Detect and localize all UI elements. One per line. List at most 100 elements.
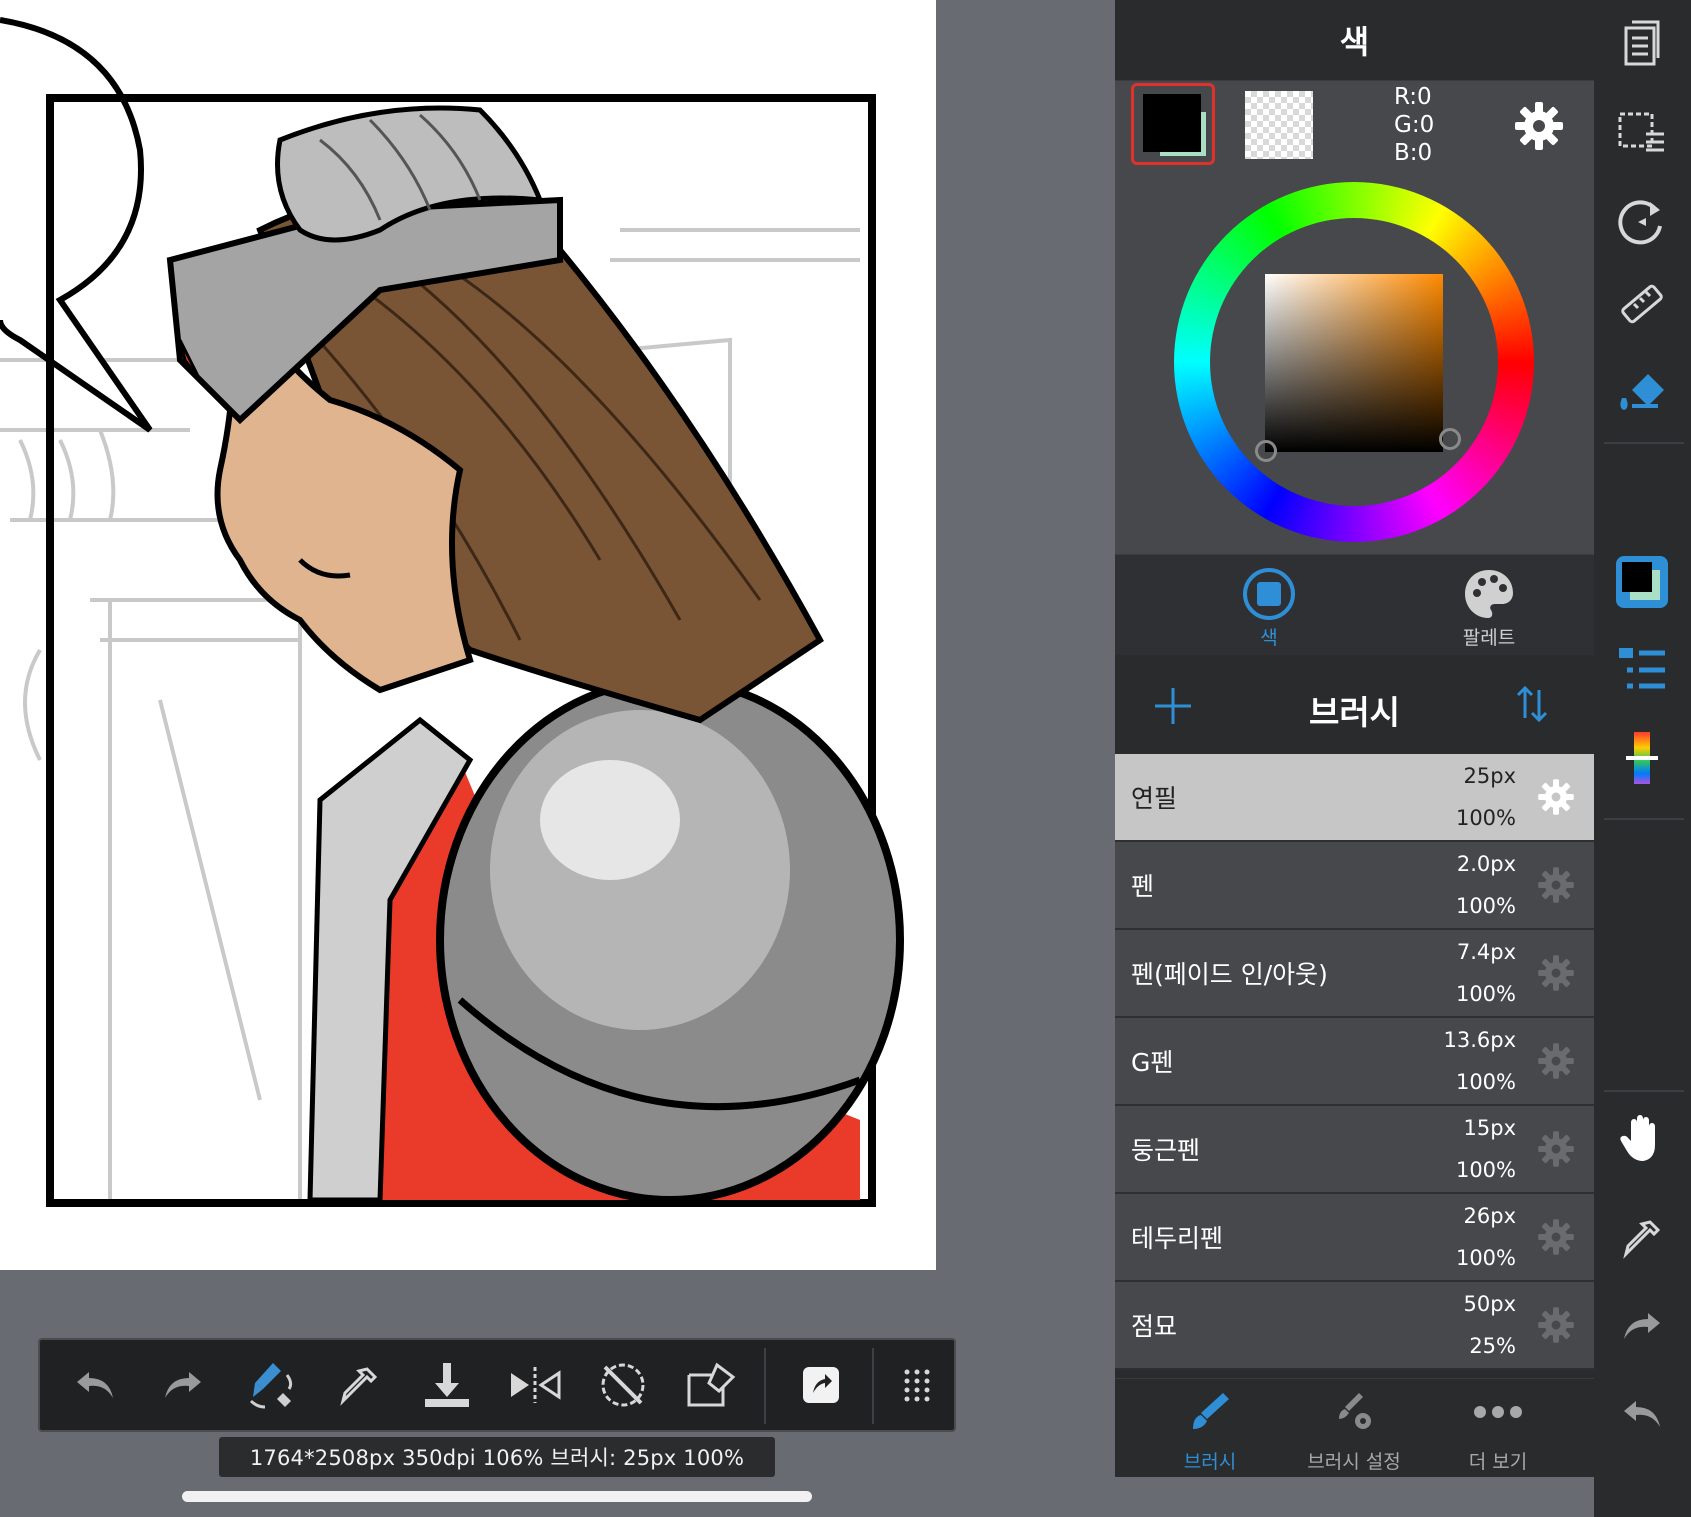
brush-name: 점묘	[1131, 1312, 1178, 1341]
tab-brush-settings[interactable]: 브러시 설정	[1279, 1389, 1429, 1475]
hand-tool-button[interactable]	[1612, 1108, 1672, 1168]
rotate-reset-button[interactable]	[592, 1354, 654, 1416]
brush-size-button[interactable]	[1612, 728, 1672, 788]
gear-icon	[1538, 1131, 1574, 1167]
download-button[interactable]	[416, 1354, 478, 1416]
brush-name: 테두리펜	[1131, 1224, 1224, 1253]
tab-color-label: 색	[1260, 627, 1278, 649]
brush-item[interactable]: 테두리펜 26px 100%	[1115, 1194, 1594, 1282]
tab-palette[interactable]: 팔레트	[1409, 563, 1569, 649]
brush-name: 펜	[1131, 872, 1155, 901]
canvas-status-bar: 1764*2508px 350dpi 106% 브러시: 25px 100%	[219, 1437, 775, 1477]
redo-icon	[165, 1372, 201, 1398]
layers-button[interactable]	[1612, 14, 1672, 74]
brush-opacity: 100%	[1455, 1246, 1516, 1270]
selection-icon	[1618, 112, 1664, 152]
brush-settings-button[interactable]	[1536, 1217, 1576, 1257]
brush-settings-button[interactable]	[1536, 1041, 1576, 1081]
brush-opacity: 100%	[1455, 806, 1516, 830]
tab-brush-label: 브러시	[1183, 1451, 1237, 1473]
color-button[interactable]	[1612, 552, 1672, 612]
panel-bottom-tabs: 브러시 브러시 설정 더 보기	[1115, 1378, 1594, 1477]
brush-settings-button[interactable]	[1536, 1129, 1576, 1169]
brush-header: 브러시	[1115, 656, 1594, 752]
brush-opacity: 100%	[1455, 982, 1516, 1006]
more-dots-icon	[1474, 1406, 1522, 1418]
bucket-icon	[1620, 374, 1664, 410]
brush-settings-button[interactable]	[1536, 865, 1576, 905]
ruler-icon	[1621, 284, 1663, 324]
main-color-swatch[interactable]	[1131, 83, 1215, 165]
brush-opacity: 25%	[1469, 1334, 1516, 1358]
hue-marker[interactable]	[1439, 428, 1461, 450]
tab-brush-settings-label: 브러시 설정	[1307, 1451, 1401, 1473]
brush-swap-icon	[249, 1363, 293, 1409]
eyedropper-strip-button[interactable]	[1612, 1208, 1672, 1268]
layers-icon	[1624, 20, 1660, 66]
brush-opacity: 100%	[1455, 1070, 1516, 1094]
rgb-g: G:0	[1394, 112, 1435, 138]
snap-icon	[687, 1362, 736, 1407]
selection-button[interactable]	[1612, 104, 1672, 164]
sv-marker[interactable]	[1255, 440, 1277, 462]
flip-icon	[511, 1367, 561, 1403]
saturation-value-square[interactable]	[1265, 274, 1443, 452]
brush-name: 펜(페이드 인/아웃)	[1131, 960, 1328, 989]
gear-icon	[1538, 955, 1574, 991]
brush-list-button[interactable]	[1612, 638, 1672, 698]
fill-button[interactable]	[1612, 364, 1672, 424]
brush-list: 연필 25px 100% 펜 2.0px 100% 펜(페이드 인/아웃) 7.4px 100%…	[1115, 754, 1594, 1370]
transform-button[interactable]	[1612, 192, 1672, 252]
grid-menu-icon	[904, 1369, 930, 1402]
brush-opacity: 100%	[1455, 1158, 1516, 1182]
palette-icon	[1465, 570, 1513, 618]
undo-button[interactable]	[64, 1354, 126, 1416]
undo-strip-button[interactable]	[1612, 1384, 1672, 1444]
eyedropper-icon	[340, 1367, 378, 1406]
ruler-button[interactable]	[1612, 274, 1672, 334]
undo-icon	[77, 1372, 113, 1398]
brush-name: 연필	[1131, 784, 1178, 813]
tab-color[interactable]: 색	[1189, 563, 1349, 649]
sort-brush-button[interactable]	[1515, 682, 1549, 726]
undo-icon	[1624, 1401, 1660, 1427]
brush-item[interactable]: 펜(페이드 인/아웃) 7.4px 100%	[1115, 930, 1594, 1018]
rgb-readout: R:0 G:0 B:0	[1394, 83, 1434, 167]
color-circle-icon	[1243, 568, 1295, 620]
brush-icon	[1193, 1393, 1229, 1429]
brush-size: 13.6px	[1443, 1028, 1516, 1052]
redo-button[interactable]	[152, 1354, 214, 1416]
export-button[interactable]	[790, 1354, 852, 1416]
export-icon	[803, 1367, 839, 1403]
brush-settings-button[interactable]	[1536, 777, 1576, 817]
drawing-canvas[interactable]	[0, 0, 936, 1270]
brush-settings-icon	[1339, 1393, 1371, 1429]
transparent-color-swatch[interactable]	[1245, 91, 1313, 159]
rgb-b: B:0	[1394, 140, 1433, 166]
brush-settings-button[interactable]	[1536, 1305, 1576, 1345]
brush-swap-button[interactable]	[240, 1354, 302, 1416]
eyedropper-button[interactable]	[328, 1354, 390, 1416]
foreground-color-swatch	[1143, 94, 1201, 152]
brush-name: 둥근펜	[1131, 1136, 1201, 1165]
brush-item[interactable]: G펜 13.6px 100%	[1115, 1018, 1594, 1106]
brush-item[interactable]: 둥근펜 15px 100%	[1115, 1106, 1594, 1194]
color-panel-title: 색	[1339, 23, 1370, 61]
color-mode-tabs: 색 팔레트	[1115, 554, 1594, 655]
flip-button[interactable]	[504, 1354, 566, 1416]
brush-size: 25px	[1463, 764, 1516, 788]
brush-item[interactable]: 펜 2.0px 100%	[1115, 842, 1594, 930]
brush-settings-button[interactable]	[1536, 953, 1576, 993]
snap-button[interactable]	[680, 1354, 742, 1416]
brush-size: 2.0px	[1456, 852, 1516, 876]
more-tools-button[interactable]	[886, 1354, 948, 1416]
home-indicator[interactable]	[182, 1491, 812, 1502]
tab-more[interactable]: 더 보기	[1423, 1389, 1573, 1475]
color-settings-button[interactable]	[1512, 99, 1566, 153]
tab-palette-label: 팔레트	[1462, 627, 1516, 649]
brush-item[interactable]: 점묘 50px 25%	[1115, 1282, 1594, 1370]
canvas-toolbar	[38, 1338, 956, 1432]
tab-brush[interactable]: 브러시	[1135, 1389, 1285, 1475]
redo-strip-button[interactable]	[1612, 1296, 1672, 1356]
brush-item[interactable]: 연필 25px 100%	[1115, 754, 1594, 842]
